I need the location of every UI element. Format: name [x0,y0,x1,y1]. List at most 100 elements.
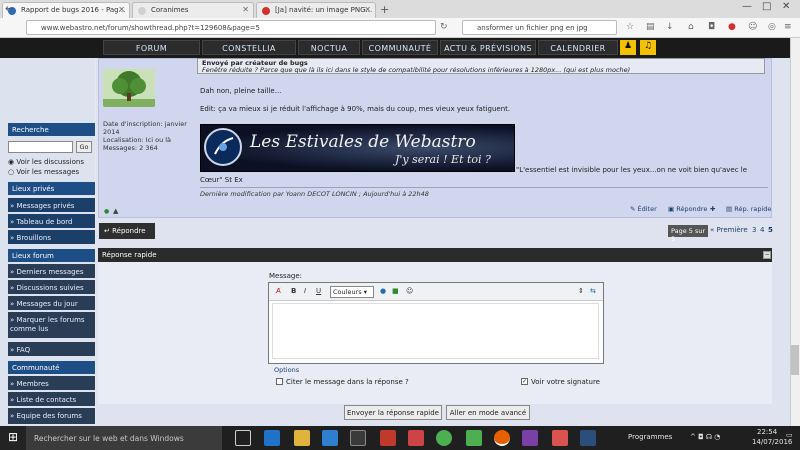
first-page-link[interactable]: « Première [710,226,748,234]
chrome-icon[interactable] [436,430,452,446]
taskbar-search-input[interactable]: Rechercher sur le web et dans Windows [26,426,222,450]
advanced-mode-button[interactable]: Aller en mode avancé [446,405,530,420]
browser-tab-3[interactable]: [Ja] navité: un image PNG... ✕ [256,2,376,18]
sidebar-item-marquer-lus[interactable]: » Marquer les forums comme lus [8,312,95,338]
new-tab-icon[interactable]: + [380,3,389,16]
firefox-icon[interactable] [494,430,510,446]
reply-post-button[interactable]: ▣ Répondre [668,205,707,217]
sidebar-item-derniers-messages[interactable]: » Derniers messages [8,264,95,278]
nav-noctua[interactable]: NOCTUA [298,40,360,55]
reply-button[interactable]: ↵ Répondre [99,223,155,239]
search-value: ansformer un fichier png en jpg [477,24,588,32]
close-tab-icon[interactable]: ✕ [118,5,125,14]
resize-icon[interactable]: ⇕ [578,287,584,295]
page-link-5[interactable]: 5 [768,226,773,234]
sound-icon[interactable]: ◎ [768,22,776,32]
browser-tab-1[interactable]: Rapport de bugs 2016 - Pag... ✕ [2,2,130,18]
close-window-icon[interactable]: ✕ [782,1,790,12]
app-red-icon[interactable] [380,430,396,446]
nav-forum[interactable]: FORUM [103,40,200,55]
collapse-icon[interactable]: − [763,251,771,259]
nav-calendrier[interactable]: CALENDRIER [538,40,618,55]
user-join-date: Date d'inscription: janvier [103,120,187,128]
report-icon[interactable]: ▲ [113,207,118,215]
quote-checkbox[interactable] [276,378,283,385]
edge-icon[interactable] [264,430,280,446]
browser-tab-2[interactable]: Coranimes ✕ [132,2,254,18]
user-avatar[interactable] [103,69,155,107]
link-icon[interactable]: ● [380,287,386,295]
back-icon[interactable]: ← [5,2,14,15]
star-icon[interactable]: ☆ [626,22,634,32]
quick-reply-button[interactable]: ▤ Rép. rapide [726,205,771,217]
notification-bell-icon[interactable]: ♫ [640,40,656,55]
page-link-3[interactable]: 3 [752,226,756,234]
sidebar-item-contacts[interactable]: » Liste de contacts [8,392,95,406]
tray-icons[interactable]: ^ ◘ ☊ ◔ [690,433,720,441]
sidebar-go-button[interactable]: Go [76,141,92,153]
radio-voir-messages[interactable]: ○ Voir les messages [8,168,95,176]
menu-icon[interactable]: ≡ [784,22,792,32]
nav-communaute[interactable]: COMMUNAUTÉ [362,40,438,55]
tray-label[interactable]: Programmes [628,433,672,441]
library-icon[interactable]: ▤ [646,22,655,32]
close-tab-icon[interactable]: ✕ [242,5,249,14]
windows-start-icon[interactable]: ⊞ [0,426,26,450]
user-icon[interactable]: ♟ [620,40,636,55]
download-icon[interactable]: ↓ [666,22,674,32]
app-green-icon[interactable] [466,430,482,446]
clock-date[interactable]: 14/07/2016 [752,438,792,446]
clock-time[interactable]: 22:54 [757,428,777,436]
app-purple-icon[interactable] [522,430,538,446]
signature-checkbox[interactable]: ✓ [521,378,528,385]
close-tab-icon[interactable]: ✕ [364,5,371,14]
sidebar-item-tableau-de-bord[interactable]: » Tableau de bord [8,214,95,228]
nav-actu-previsions[interactable]: ACTU & PRÉVISIONS [440,40,536,55]
message-textarea[interactable] [272,303,599,359]
store-icon[interactable] [322,430,338,446]
app-pdf-icon[interactable] [408,430,424,446]
remove-format-icon[interactable]: A̸ [276,287,281,295]
notification-icon[interactable]: ▭ [786,431,793,439]
sidebar-item-messages-du-jour[interactable]: » Messages du jour [8,296,95,310]
edit-button[interactable]: ✎ Éditer [630,205,657,217]
sidebar-item-label: Tableau de bord [16,218,73,226]
minimize-icon[interactable]: — [742,1,752,12]
submit-quick-reply-button[interactable]: Envoyer la réponse rapide [344,405,442,420]
smiley-icon[interactable]: ☺ [406,287,413,295]
nav-constellia[interactable]: CONSTELLIA [202,40,296,55]
multiquote-icon[interactable]: ✚ [710,205,715,217]
sidebar-item-faq[interactable]: » FAQ [8,342,95,356]
sidebar-item-equipe[interactable]: » Equipe des forums [8,408,95,424]
addon-icon[interactable]: ● [728,22,736,32]
sidebar-search-input[interactable] [8,141,73,153]
pocket-icon[interactable]: ◘ [708,22,715,32]
media-icon[interactable] [350,430,366,446]
app-blue-icon[interactable] [580,430,596,446]
sidebar-item-membres[interactable]: » Membres [8,376,95,390]
underline-icon[interactable]: U [316,287,321,295]
italic-icon[interactable]: I [304,287,306,295]
page-link-4[interactable]: 4 [760,226,764,234]
app-orange-icon[interactable] [552,430,568,446]
scrollbar-thumb[interactable] [791,345,799,375]
tab-label: [Ja] navité: un image PNG... [275,6,373,14]
user-message-count: Messages: 2 364 [103,144,158,152]
reload-icon[interactable]: ↻ [440,22,448,32]
sidebar-item-brouillons[interactable]: » Brouillons [8,230,95,244]
sync-icon[interactable]: ☺ [748,22,757,32]
message-label: Message: [269,272,303,280]
bold-icon[interactable]: B [291,287,296,295]
browser-search-input[interactable]: ansformer un fichier png en jpg [462,20,617,35]
sidebar-item-discussions-suivies[interactable]: » Discussions suivies [8,280,95,294]
radio-voir-discussions[interactable]: ◉ Voir les discussions [8,158,95,166]
maximize-icon[interactable]: □ [762,1,771,12]
image-icon[interactable]: ■ [392,287,399,295]
color-select[interactable]: Couleurs ▾ [330,286,374,298]
home-icon[interactable]: ⌂ [688,22,694,32]
file-explorer-icon[interactable] [294,430,310,446]
url-bar[interactable]: www.webastro.net/forum/showthread.php?t=… [26,20,436,35]
switch-mode-icon[interactable]: ⇆ [590,287,596,295]
sidebar-item-messages-prives[interactable]: » Messages privés [8,198,95,212]
task-view-icon[interactable] [235,430,251,446]
